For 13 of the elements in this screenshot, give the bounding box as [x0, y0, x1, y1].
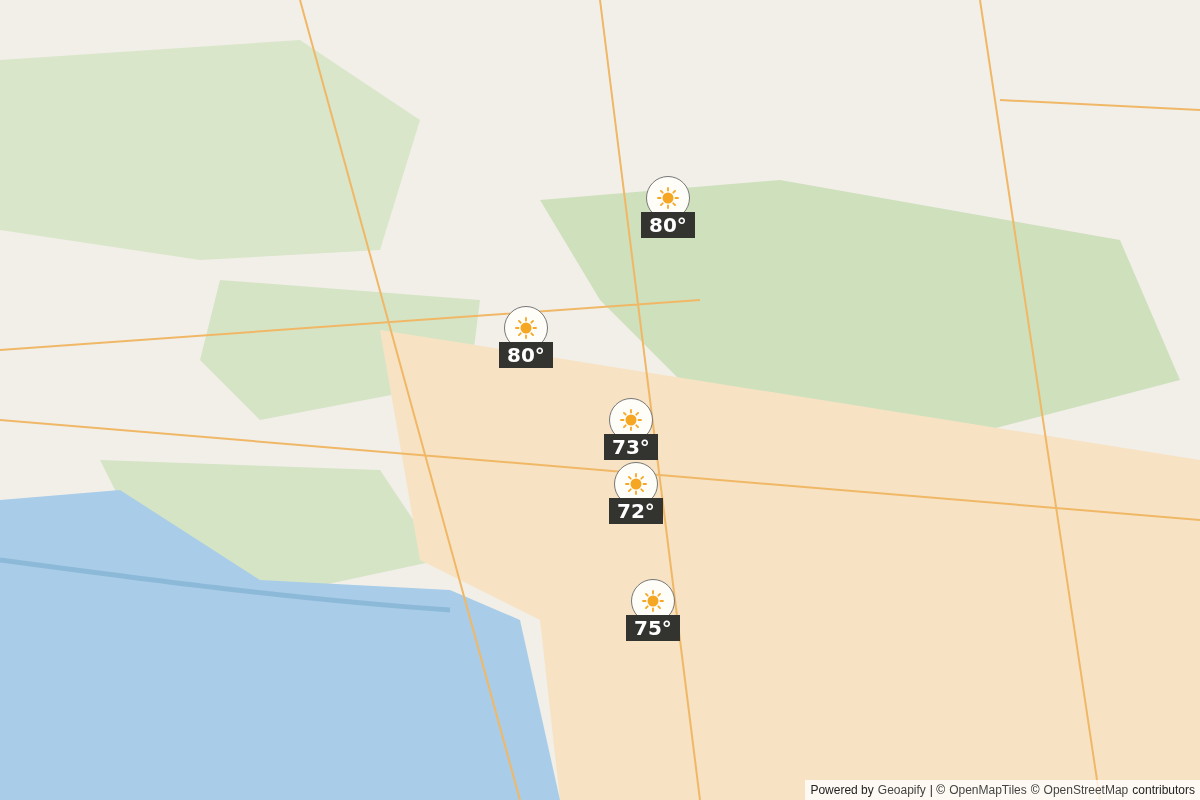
attribution-text: contributors [1132, 782, 1195, 799]
map-drawing[interactable] [0, 0, 1200, 800]
sun-icon [656, 187, 679, 209]
sun-icon [624, 473, 647, 495]
attribution-link[interactable]: Geoapify [877, 781, 926, 799]
attribution-link[interactable]: OpenStreetMap [1043, 781, 1129, 799]
attribution-text: | © [929, 782, 946, 799]
attribution-text: © [1030, 782, 1040, 799]
sun-icon [641, 590, 664, 612]
sun-icon [619, 409, 642, 431]
attribution-link[interactable]: OpenMapTiles [949, 781, 1027, 799]
attribution-text: Powered by [810, 782, 874, 799]
sun-icon [514, 317, 537, 339]
